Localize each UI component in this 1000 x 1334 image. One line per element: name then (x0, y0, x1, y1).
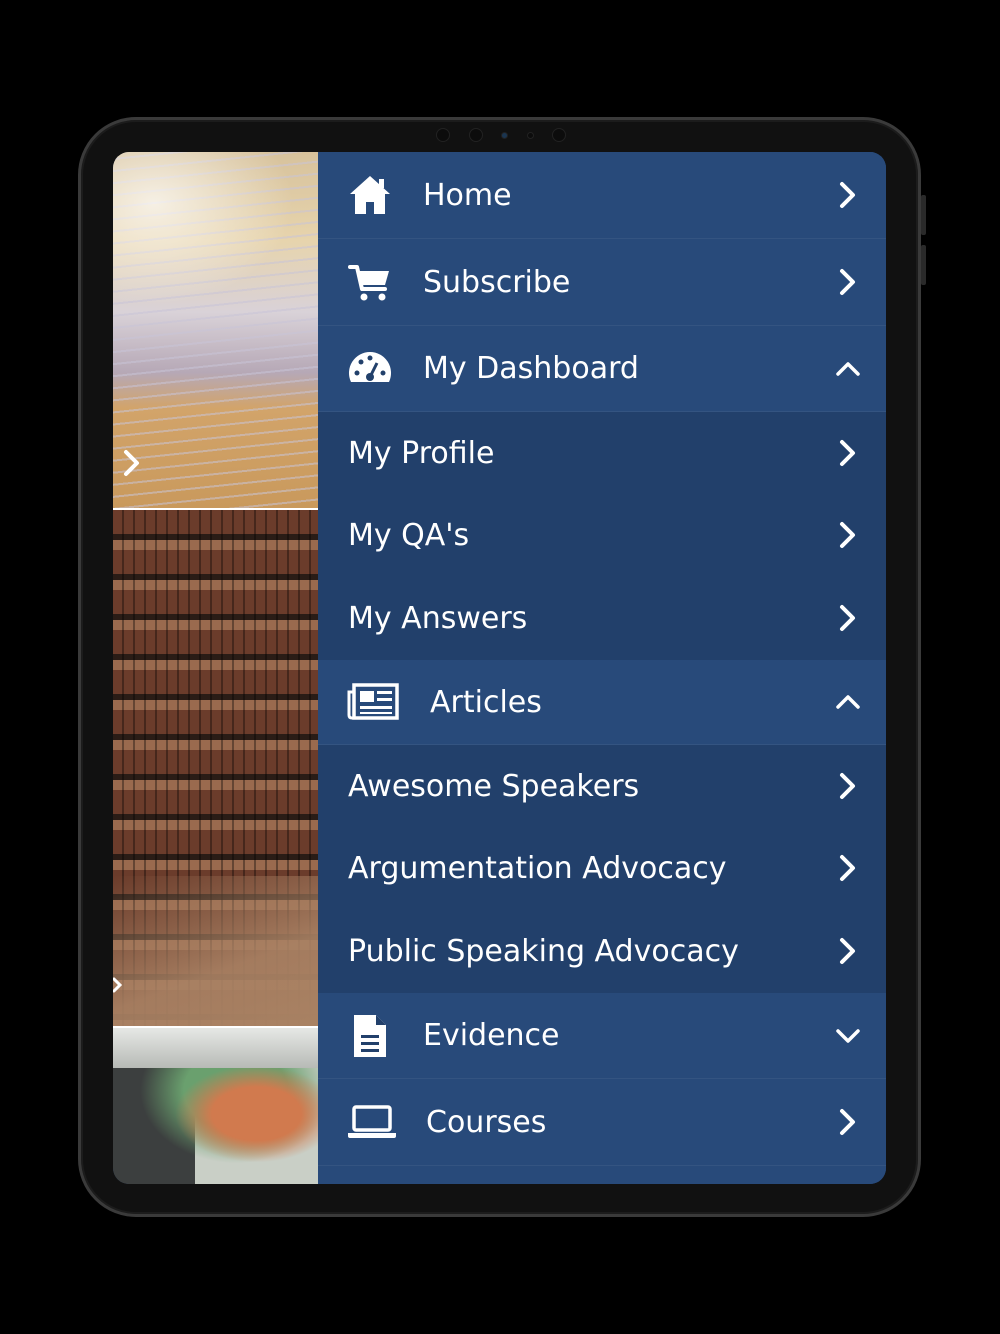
chevron-right-icon (832, 770, 864, 802)
submenu-item-awesome-speakers[interactable]: Awesome Speakers (318, 745, 886, 827)
chevron-up-icon (832, 353, 864, 385)
chevron-up-icon (832, 686, 864, 718)
submenu-item-my-answers[interactable]: My Answers (318, 576, 886, 660)
submenu-item-public-speaking-advocacy[interactable]: Public Speaking Advocacy (318, 909, 886, 993)
submenu-label: Public Speaking Advocacy (348, 933, 739, 969)
chevron-right-icon (832, 1106, 864, 1138)
volume-up-button (921, 195, 926, 235)
menu-item-partial (318, 1166, 886, 1184)
submenu-label: My Answers (348, 600, 528, 636)
app-screen: Home Subscribe My Dashboard My Profile M… (113, 152, 886, 1184)
chevron-right-icon (832, 179, 864, 211)
newspapers-image (113, 152, 318, 508)
cart-icon (346, 258, 394, 306)
document-icon (346, 1012, 394, 1060)
side-menu: Home Subscribe My Dashboard My Profile M… (318, 152, 886, 1184)
camera-indicator (501, 131, 508, 139)
volume-down-button (921, 245, 926, 285)
menu-item-home[interactable]: Home (318, 152, 886, 239)
camera-bar (436, 128, 566, 142)
menu-item-evidence[interactable]: Evidence (318, 993, 886, 1079)
menu-label-my-dashboard: My Dashboard (423, 351, 639, 386)
submenu-item-my-qas[interactable]: My QA's (318, 494, 886, 576)
chevron-right-icon (832, 519, 864, 551)
menu-item-subscribe[interactable]: Subscribe (318, 239, 886, 326)
library-image (113, 510, 318, 1026)
menu-label-courses: Courses (426, 1104, 547, 1140)
submenu-label: Argumentation Advocacy (348, 850, 727, 886)
newspaper-icon (346, 678, 400, 726)
chevron-right-icon[interactable] (113, 970, 123, 1000)
submenu-label: My Profile (348, 435, 495, 471)
menu-item-articles[interactable]: Articles (318, 660, 886, 745)
submenu-item-argumentation-advocacy[interactable]: Argumentation Advocacy (318, 827, 886, 909)
camera-lens-2 (552, 128, 566, 142)
camera-flash (526, 131, 534, 139)
menu-label-articles: Articles (430, 684, 542, 720)
camera-lens (468, 128, 483, 142)
menu-label-home: Home (423, 177, 512, 213)
menu-label-subscribe: Subscribe (423, 264, 571, 300)
chevron-right-icon (832, 602, 864, 634)
submenu-label: My QA's (348, 517, 470, 553)
chevron-right-icon (832, 266, 864, 298)
menu-item-my-dashboard[interactable]: My Dashboard (318, 326, 886, 412)
chevron-right-icon[interactable] (121, 448, 143, 484)
home-icon (346, 171, 394, 219)
camera-sensor (436, 128, 450, 142)
tablet-device: Home Subscribe My Dashboard My Profile M… (78, 117, 926, 1217)
menu-label-evidence: Evidence (423, 1018, 560, 1053)
submenu-item-my-profile[interactable]: My Profile (318, 412, 886, 494)
background-images (113, 152, 318, 1184)
dashboard-gauge-icon (346, 345, 394, 393)
chevron-right-icon (832, 935, 864, 967)
laptop-icon (346, 1098, 398, 1146)
chevron-right-icon (832, 437, 864, 469)
menu-item-courses[interactable]: Courses (318, 1079, 886, 1166)
chevron-down-icon (832, 1020, 864, 1052)
map-image (113, 1028, 318, 1184)
chevron-right-icon (832, 852, 864, 884)
submenu-label: Awesome Speakers (348, 768, 640, 804)
